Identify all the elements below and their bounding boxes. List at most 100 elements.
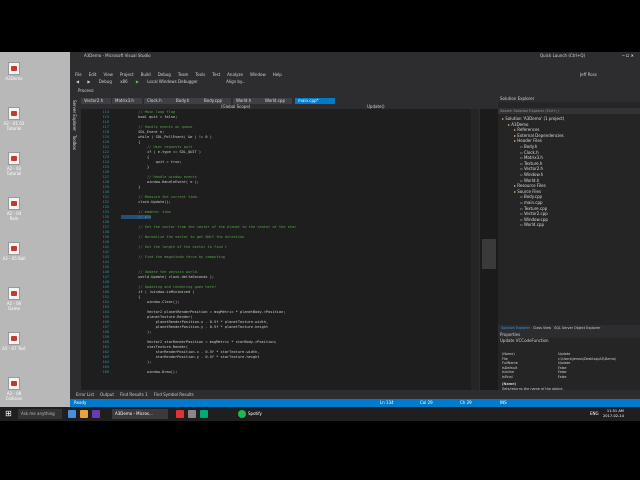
desktop-icon[interactable]: A3Demo [2, 62, 26, 81]
solution-item[interactable]: ▸ External Dependencies [514, 133, 564, 138]
solution-item[interactable]: ▸ Source Files [514, 189, 541, 194]
solution-item[interactable]: ▫ Window.cpp [520, 217, 548, 222]
desktop-icon[interactable]: A2 - 08 Collision [2, 377, 26, 401]
process-bar: Process: [70, 87, 640, 94]
code-text: starTexture.Render( [121, 345, 189, 349]
properties-object[interactable]: Update VCCodeFunction [498, 338, 640, 344]
desktop-icon[interactable]: A2 - 03 Tutorial [2, 152, 26, 176]
solution-item[interactable]: ▫ Vector2.h [520, 166, 543, 171]
minimap-viewport[interactable] [482, 239, 496, 269]
desktop-icon[interactable]: A2 - 07 Test [2, 332, 26, 351]
desktop-icon[interactable]: A2 - 05 Ball [2, 242, 26, 261]
back-icon[interactable]: ◀ [75, 78, 80, 86]
user-name[interactable]: Jeff Ross [580, 71, 640, 78]
solution-item[interactable]: ▸ Solution 'A3Demo' (1 project) [502, 116, 564, 121]
bottom-tab[interactable]: Find Symbol Results [154, 392, 194, 397]
solution-item[interactable]: ▫ Vector2.cpp [520, 211, 548, 216]
solution-item[interactable]: ▫ Texture.cpp [520, 206, 547, 211]
solution-panel-tab[interactable]: Solution Explorer [501, 326, 530, 330]
property-row[interactable]: IsDefault False [502, 366, 640, 370]
menu-item-file[interactable]: File [75, 71, 82, 78]
property-value: False [558, 365, 567, 370]
clock[interactable]: 11:51 AM 2017-02-14 [603, 409, 624, 419]
left-tool-strip: Server Explorer Toolbox [70, 96, 80, 396]
file-explorer-icon[interactable] [80, 410, 88, 418]
solution-item[interactable]: ▫ Texture.h [520, 161, 542, 166]
solution-item[interactable]: ▫ World.cpp [520, 222, 544, 227]
solution-panel-tab[interactable]: Class View [533, 326, 551, 330]
solution-item[interactable]: ▫ Window.h [520, 172, 543, 177]
solution-item[interactable]: ▫ main.cpp [520, 200, 543, 205]
app-icon[interactable] [176, 410, 184, 418]
bottom-tab[interactable]: Find Results 1 [120, 392, 148, 397]
property-row[interactable]: FullName Update [502, 361, 640, 365]
solution-item-label: External Dependencies [517, 132, 564, 138]
window-controls[interactable]: ─ ☐ ✕ [622, 52, 634, 60]
minimap[interactable] [480, 109, 498, 392]
server-explorer-tab[interactable]: Server Explorer [72, 100, 77, 131]
code-text: window.Draw(); [121, 370, 178, 374]
solution-item[interactable]: ▸ References [514, 127, 540, 132]
app-icon-3[interactable] [200, 410, 208, 418]
language-indicator[interactable]: ENG [590, 407, 599, 421]
code-text: // mmmhhh: time [121, 210, 171, 214]
menu-item-debug[interactable]: Debug [158, 71, 171, 78]
task-view-icon[interactable] [68, 410, 76, 418]
solution-item[interactable]: ▫ World.h [520, 178, 539, 183]
menu-item-help[interactable]: Help [273, 71, 282, 78]
code-text: // User requests quit [121, 145, 193, 149]
run-icon[interactable]: ▶ [135, 78, 140, 86]
property-key: IsDefault [502, 365, 518, 370]
align-select[interactable]: Align by... [225, 78, 246, 86]
code-text: // Handle window events [121, 175, 197, 179]
solution-item-label: Matrix3.h [523, 155, 543, 161]
menu-item-team[interactable]: Team [178, 71, 189, 78]
solution-search[interactable]: Search Solution Explorer (Ctrl+;) [498, 108, 640, 114]
bottom-tab[interactable]: Error List [76, 392, 94, 397]
menu-item-tools[interactable]: Tools [195, 71, 205, 78]
menu-item-analyze[interactable]: Analyze [227, 71, 243, 78]
platform-select[interactable]: x86 [119, 78, 128, 86]
desktop-icon[interactable]: A2 - 06 Game [2, 287, 26, 311]
menu-item-window[interactable]: Window [250, 71, 266, 78]
start-icon[interactable]: ⊞ [5, 410, 12, 418]
bottom-tab[interactable]: Output [100, 392, 114, 397]
editor-scrollbar[interactable] [471, 109, 479, 392]
app-icon-2[interactable] [188, 410, 196, 418]
visual-studio-icon[interactable] [92, 410, 100, 418]
file-icon [8, 197, 20, 210]
desktop-icon[interactable]: A2 - 04 Rain [2, 197, 26, 221]
run-button[interactable]: Local Windows Debugger [146, 78, 199, 86]
desktop-icon[interactable]: A2 - 01 02 Tutorial [2, 107, 26, 131]
solution-item[interactable]: ▫ Matrix3.h [520, 155, 543, 160]
status-mode: INS [500, 400, 507, 405]
menu-bar: File Edit View Project Build Debug Team Tools Te… [70, 71, 640, 78]
taskbar-search[interactable]: Ask me anything [18, 409, 62, 419]
solution-item[interactable]: ▫ Body.cpp [520, 194, 542, 199]
menu-item-build[interactable]: Build [141, 71, 151, 78]
taskbar-app-spotify[interactable]: Spotify [248, 407, 262, 421]
config-select[interactable]: Debug [98, 78, 113, 86]
solution-panel-tab[interactable]: SQL Server Object Explorer [554, 326, 600, 330]
menu-item-edit[interactable]: Edit [89, 71, 97, 78]
property-value: False [558, 370, 567, 375]
menu-item-test[interactable]: Test [212, 71, 220, 78]
toolbox-tab[interactable]: Toolbox [72, 135, 77, 150]
menu-item-project[interactable]: Project [120, 71, 134, 78]
property-row[interactable]: File c:\Users\Jeross\Desktop\A3\Demo\ [502, 357, 640, 361]
solution-item[interactable]: ▸ Resource Files [514, 183, 546, 188]
property-row[interactable]: IsFinal False [502, 375, 640, 379]
property-value: False [558, 375, 567, 379]
code-editor[interactable]: 114 // Main loop flag 115 bool quit = fal… [81, 109, 471, 392]
taskbar-app-vs[interactable]: A3Demo - Micros... [112, 409, 168, 419]
solution-item[interactable]: ▸ A3Demo [508, 122, 528, 127]
solution-item[interactable]: ▫ Clock.h [520, 150, 539, 155]
spotify-icon[interactable] [238, 410, 246, 418]
quick-launch[interactable]: Quick Launch (Ctrl+Q) [540, 52, 585, 60]
solution-item[interactable]: ▸ Header Files [514, 138, 542, 143]
menu-item-view[interactable]: View [103, 71, 113, 78]
solution-item[interactable]: ▫ Body.h [520, 144, 537, 149]
forward-icon[interactable]: ▶ [86, 78, 91, 86]
property-row[interactable]: (Name) Update [502, 352, 640, 356]
property-row[interactable]: IsInline False [502, 370, 640, 374]
